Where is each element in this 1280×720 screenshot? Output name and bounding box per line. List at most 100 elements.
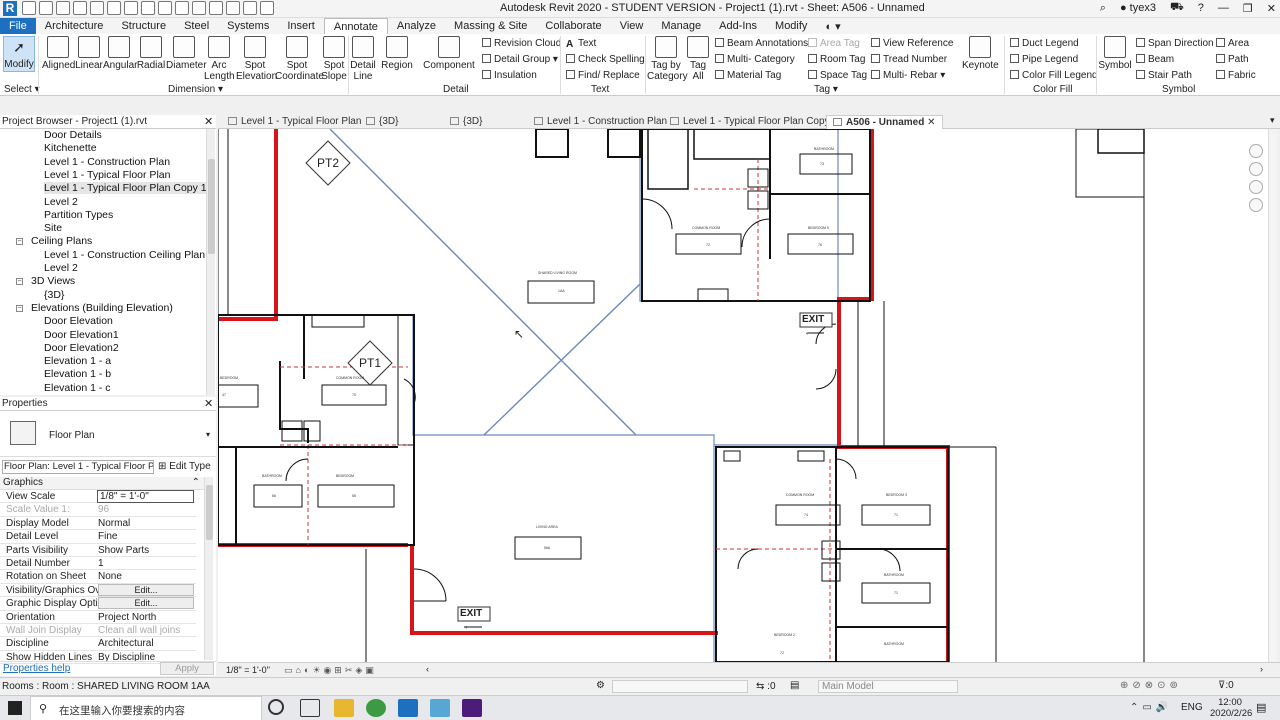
detail-group-button[interactable]: Detail Group ▾ [482, 54, 558, 65]
ribbon-tab-steel[interactable]: Steel [175, 18, 218, 34]
section-icon[interactable] [209, 1, 223, 15]
project-browser-scrollbar[interactable] [206, 129, 215, 395]
thin-lines-icon[interactable] [226, 1, 240, 15]
arc-length-button[interactable]: Arc Length [204, 36, 235, 82]
panel-tag-label[interactable]: Tag ▾ [814, 84, 838, 95]
clock[interactable]: 12:00 2020/2/26 [1210, 697, 1252, 719]
browser-item[interactable]: Elevation 1 - a [44, 355, 111, 367]
ribbon-tab-view[interactable]: View [611, 18, 653, 34]
tag-icon[interactable] [158, 1, 172, 15]
tag-all-button[interactable]: Tag All [687, 36, 709, 82]
find-replace-button[interactable]: Find/ Replace [566, 70, 640, 81]
aligned-dimension-button[interactable]: Aligned [42, 36, 75, 71]
ribbon-tab-insert[interactable]: Insert [278, 18, 324, 34]
browser-item[interactable]: Level 1 - Construction Plan [44, 156, 170, 168]
workset-dropdown[interactable] [612, 680, 748, 693]
browser-item[interactable]: Door Elevation [44, 315, 113, 327]
ribbon-tab-massing-site[interactable]: Massing & Site [445, 18, 536, 34]
system-tray-icons[interactable]: ⌃▭🔊 [1130, 702, 1172, 713]
area-button[interactable]: Area [1216, 38, 1249, 49]
input-language[interactable]: ENG [1181, 702, 1203, 713]
browser-item[interactable]: Level 1 - Typical Floor Plan [44, 169, 170, 181]
print-icon[interactable] [107, 1, 121, 15]
tag-pt2[interactable]: PT2 [317, 156, 339, 170]
browser-item[interactable]: Level 1 - Construction Ceiling Plan [44, 249, 205, 261]
open-icon[interactable] [22, 1, 36, 15]
region-button[interactable]: Region [380, 36, 414, 71]
view-tab[interactable]: Level 1 - Typical Floor Plan Copy... [664, 115, 843, 129]
spot-coordinate-button[interactable]: Spot Coordinate [275, 36, 324, 82]
insulation-button[interactable]: Insulation [482, 70, 537, 81]
ribbon-tab-manage[interactable]: Manage [652, 18, 710, 34]
browser-item[interactable]: 3D Views [31, 275, 75, 287]
view-tab[interactable]: Level 1 - Construction Plan [528, 115, 673, 129]
restore-icon[interactable]: ❐ [1243, 2, 1253, 15]
browser-item[interactable]: {3D} [44, 289, 64, 301]
scroll-right-icon[interactable]: › [1260, 664, 1263, 674]
text-icon[interactable] [175, 1, 189, 15]
revit-logo-icon[interactable]: R [3, 1, 17, 16]
close-icon[interactable]: ✕ [204, 115, 213, 128]
browser-item[interactable]: Ceiling Plans [31, 235, 92, 247]
exit-sign-label[interactable]: EXIT [460, 608, 482, 619]
apply-button[interactable]: Apply [160, 662, 214, 675]
close-icon[interactable]: ✕ [204, 397, 213, 410]
tread-number-button[interactable]: Tread Number [871, 54, 947, 65]
user-icon[interactable]: ● tyex3 [1120, 2, 1156, 14]
windows-start-icon[interactable] [8, 701, 22, 715]
scroll-left-icon[interactable]: ‹ [426, 664, 429, 674]
3d-view-icon[interactable] [192, 1, 206, 15]
tab-menu-icon[interactable]: ▾ [1270, 115, 1275, 126]
properties-scrollbar[interactable] [204, 477, 213, 660]
browser-item[interactable]: Door Elevation1 [44, 329, 119, 341]
close-icon[interactable]: ✕ [927, 117, 935, 128]
ribbon-tab-modify[interactable]: Modify [766, 18, 816, 34]
tag-by-category-button[interactable]: Tag by Category [647, 36, 688, 82]
browser-item[interactable]: Site [44, 222, 62, 234]
view-tab[interactable]: {3D} [360, 115, 404, 129]
multi-rebar-button[interactable]: Multi- Rebar ▾ [871, 70, 945, 81]
filter-icon[interactable]: ⊽:0 [1218, 680, 1234, 691]
browser-item[interactable]: Elevation 1 - c [44, 382, 111, 394]
cart-icon[interactable]: ⛟ [1170, 1, 1184, 15]
drawing-canvas[interactable]: PT2 PT1 EXIT EXIT ← ← ↖ SHARED LIVING RO… [218, 129, 1268, 662]
task-view-icon[interactable] [300, 699, 320, 717]
edit-button[interactable]: Edit... [98, 597, 194, 610]
collapse-icon[interactable]: − [16, 304, 23, 312]
browser-item[interactable]: Level 1 - Typical Floor Plan Copy 1 [44, 182, 207, 195]
canvas-scrollbar[interactable] [1268, 129, 1277, 662]
view-tab[interactable]: {3D} [444, 115, 488, 129]
view-reference-button[interactable]: View Reference [871, 38, 953, 49]
ribbon-tab-architecture[interactable]: Architecture [36, 18, 113, 34]
keynote-button[interactable]: Keynote [962, 36, 999, 71]
component-button[interactable]: Component [422, 36, 476, 71]
redo-icon[interactable] [90, 1, 104, 15]
ribbon-tab-file[interactable]: File [0, 18, 36, 34]
scroll-thumb[interactable] [206, 485, 213, 540]
multi-category-button[interactable]: Multi- Category [715, 54, 795, 65]
measure-icon[interactable] [124, 1, 138, 15]
duct-legend-button[interactable]: Duct Legend [1010, 38, 1079, 49]
undo-icon[interactable] [73, 1, 87, 15]
beam-annotations-button[interactable]: Beam Annotations [715, 38, 808, 49]
taskbar-search[interactable]: ⚲ 在这里输入你要搜索的内容 [30, 696, 262, 720]
ribbon-tab-annotate[interactable]: Annotate [323, 18, 388, 34]
check-spelling-button[interactable]: Check Spelling [566, 54, 645, 65]
browser-item[interactable]: Level 2 [44, 262, 78, 274]
collapse-icon[interactable]: − [16, 278, 23, 286]
beam-button[interactable]: Beam [1136, 54, 1174, 65]
ribbon-tab-structure[interactable]: Structure [112, 18, 175, 34]
span-direction-button[interactable]: Span Direction [1136, 38, 1214, 49]
design-options-icon[interactable]: ▤ [790, 680, 799, 691]
scroll-thumb[interactable] [208, 159, 215, 254]
ribbon-tab-add-ins[interactable]: Add-Ins [710, 18, 766, 34]
fabric-button[interactable]: Fabric [1216, 70, 1256, 81]
dimension-icon[interactable] [141, 1, 155, 15]
graphics-section-header[interactable]: Graphics ⌃ [0, 477, 204, 490]
notification-icon[interactable]: ▤ [1256, 701, 1266, 714]
linear-dimension-button[interactable]: Linear [74, 36, 104, 71]
help-icon[interactable]: ? [1198, 2, 1204, 14]
tag-pt1[interactable]: PT1 [359, 356, 381, 370]
browser-item[interactable]: Door Details [44, 129, 102, 141]
edit-type-button[interactable]: ⊞ Edit Type [158, 461, 211, 472]
